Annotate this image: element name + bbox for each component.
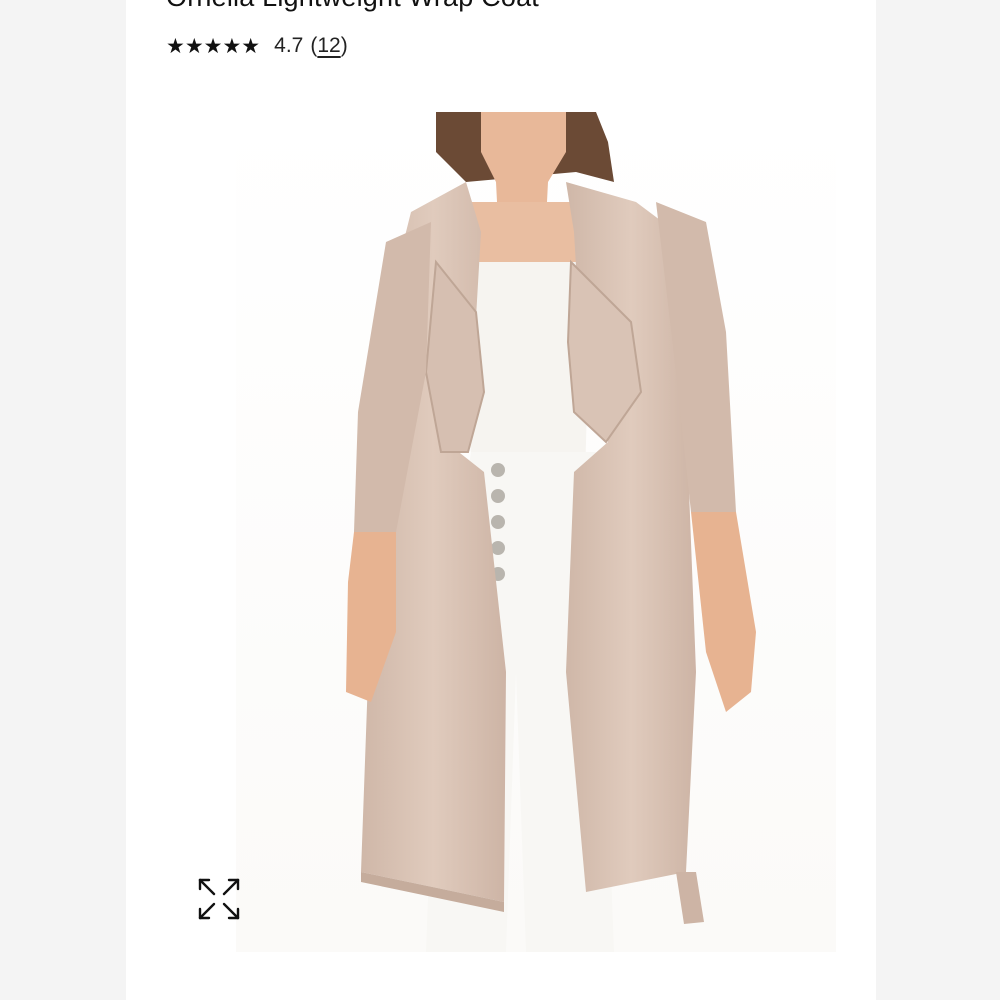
paren-open: (: [310, 34, 318, 57]
paren-close: ): [340, 34, 348, 57]
left-margin: [0, 0, 126, 1000]
review-count-link[interactable]: 12: [317, 34, 340, 58]
product-title: Ornella Lightweight Wrap Coat: [166, 0, 539, 13]
expand-arrows-icon[interactable]: [196, 876, 242, 922]
rating-score: 4.7: [274, 34, 304, 57]
right-margin: [876, 0, 1000, 1000]
product-card: Ornella Lightweight Wrap Coat ★★★★★ 4.7 …: [126, 0, 876, 1000]
rating-row: ★★★★★ 4.7 ( 12 ): [166, 31, 348, 61]
product-image[interactable]: [236, 112, 836, 952]
star-rating-icon: ★★★★★: [166, 34, 261, 58]
